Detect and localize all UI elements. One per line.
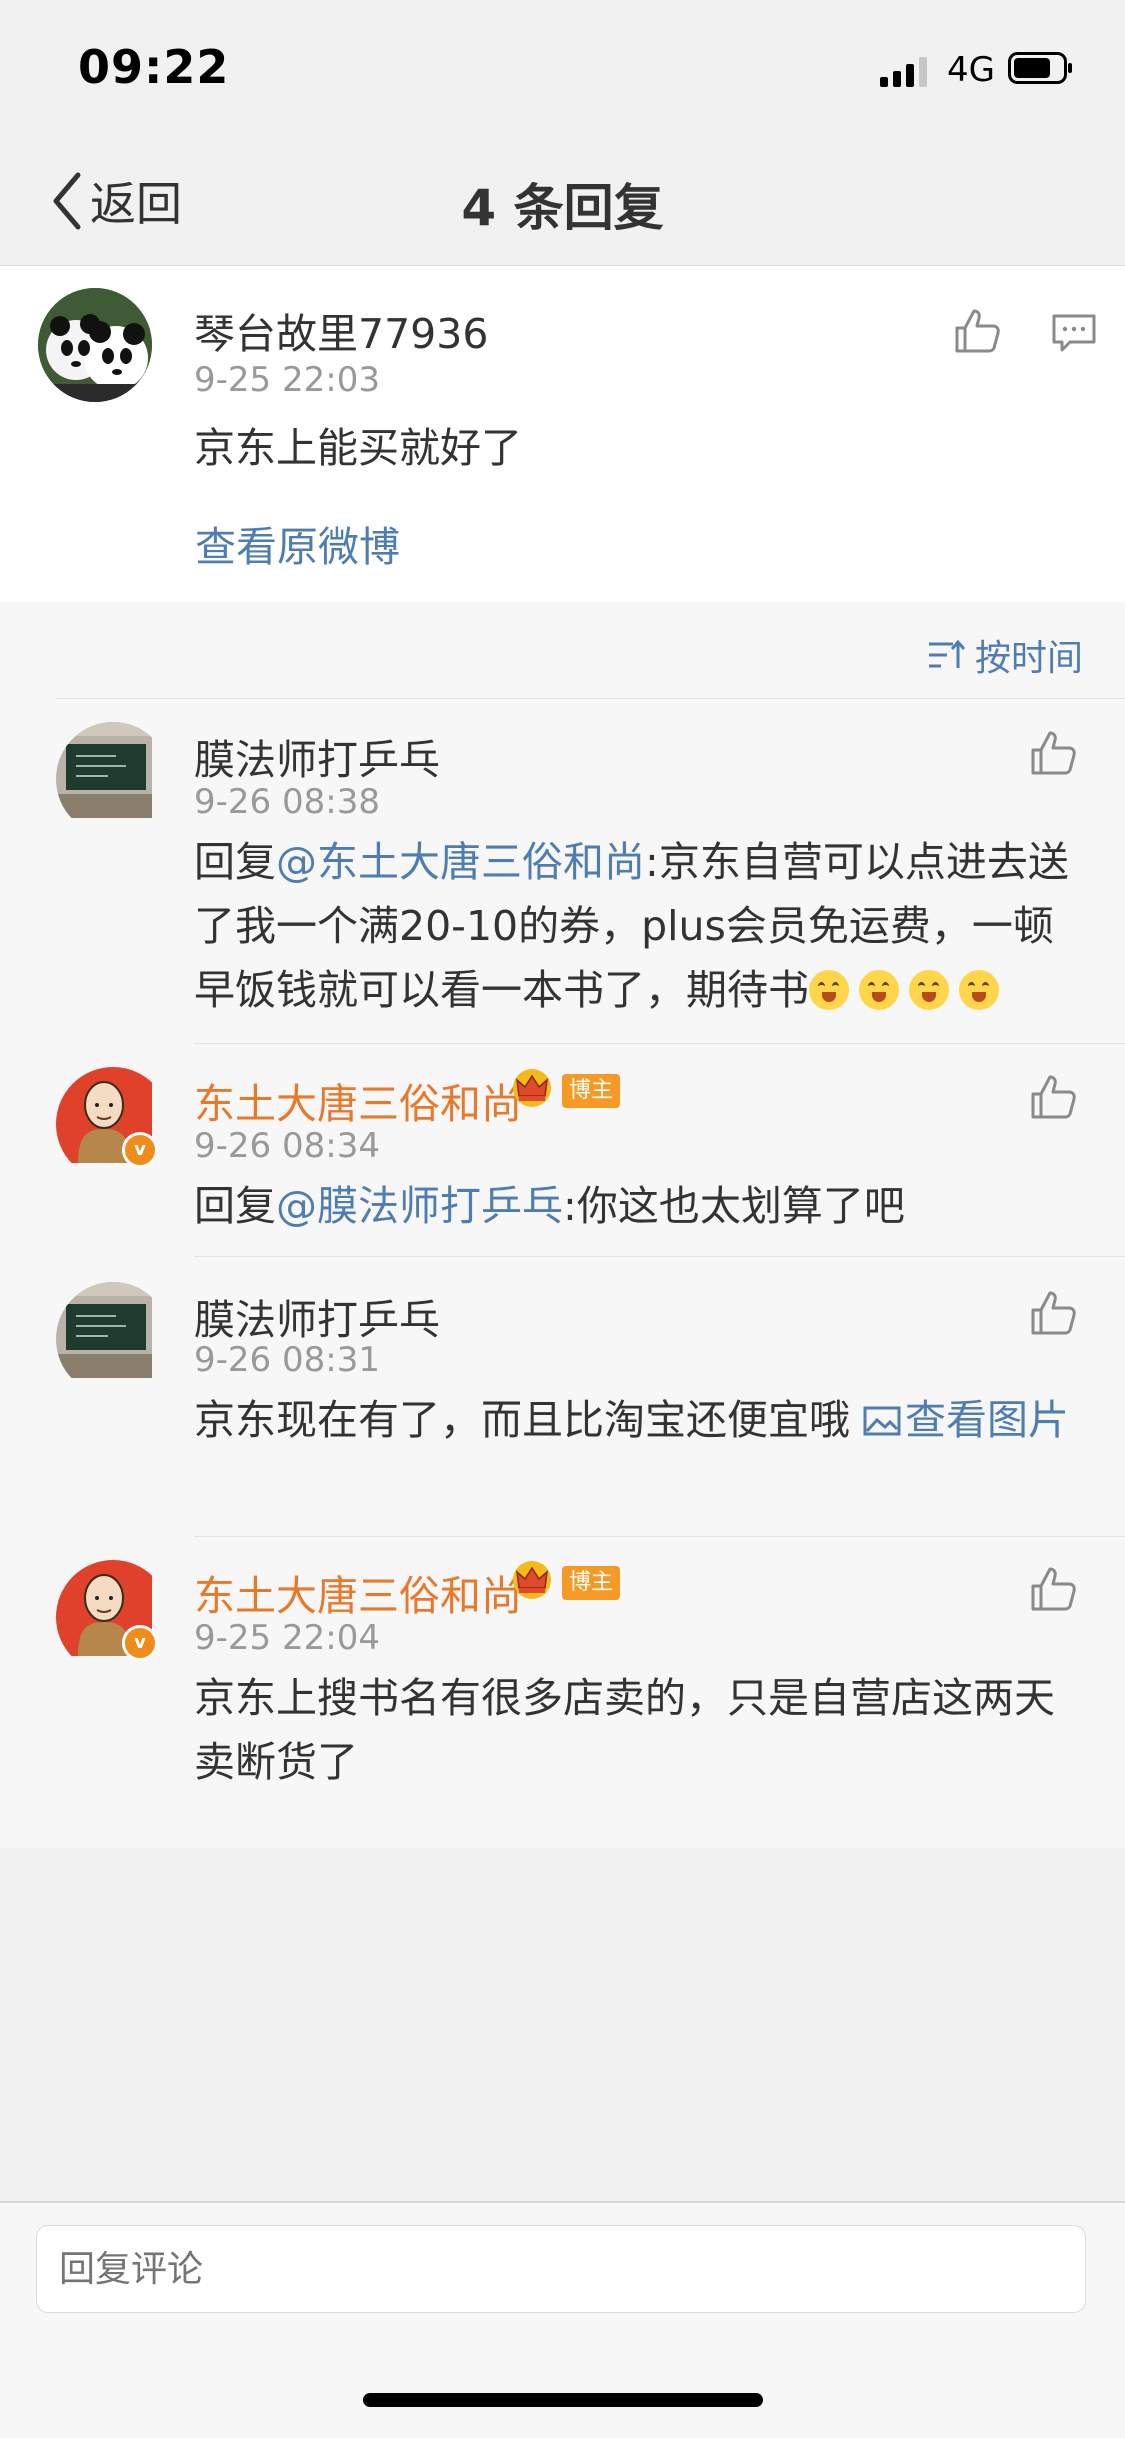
verified-badge: v bbox=[122, 1625, 158, 1661]
status-bar: 09:22 4G bbox=[0, 0, 1125, 135]
sort-button[interactable]: 按时间 bbox=[927, 629, 1083, 681]
signal-icon bbox=[880, 57, 927, 87]
reply-prefix: 回复 bbox=[194, 838, 276, 886]
reply-prefix: 回复 bbox=[194, 1182, 276, 1230]
reply-date: 9-25 22:04 bbox=[194, 1618, 380, 1658]
emoji-icon bbox=[909, 970, 949, 1010]
emoji-icon bbox=[859, 970, 899, 1010]
emoji-icon bbox=[959, 970, 999, 1010]
reply-text: 京东上搜书名有很多店卖的，只是自营店这两天卖断货了 bbox=[194, 1674, 1055, 1786]
replies-list: 按时间 膜法师打乒乓 9-26 08:38 回复@东土大唐三俗和尚:京东自营可以… bbox=[0, 602, 1125, 1848]
crown-icon bbox=[513, 1561, 551, 1599]
emoji-icon bbox=[809, 970, 849, 1010]
image-icon bbox=[863, 1406, 901, 1436]
view-original-link[interactable]: 查看原微博 bbox=[195, 513, 400, 573]
thumbs-up-icon[interactable] bbox=[1028, 728, 1078, 778]
divider bbox=[194, 1256, 1125, 1257]
sort-icon bbox=[928, 639, 965, 668]
comment-author[interactable]: 琴台故里77936 bbox=[194, 300, 488, 360]
reply-author[interactable]: 东土大唐三俗和尚 bbox=[194, 1562, 522, 1622]
avatar[interactable] bbox=[38, 288, 152, 402]
thumbs-up-icon[interactable] bbox=[1028, 1072, 1078, 1122]
verified-badge: v bbox=[122, 1132, 158, 1168]
comment-icon[interactable] bbox=[1050, 308, 1098, 356]
view-image-link[interactable]: 查看图片 bbox=[863, 1396, 1069, 1444]
avatar[interactable] bbox=[56, 1282, 170, 1396]
network-label: 4G bbox=[947, 50, 995, 90]
thumbs-up-icon[interactable] bbox=[1028, 1288, 1078, 1338]
original-comment: 琴台故里77936 9-25 22:03 京东上能买就好了 查看原微博 bbox=[0, 266, 1125, 602]
reply-input[interactable] bbox=[36, 2225, 1086, 2313]
mention-link[interactable]: @膜法师打乒乓 bbox=[276, 1182, 563, 1230]
view-image-label: 查看图片 bbox=[905, 1396, 1070, 1444]
blogger-badge: 博主 bbox=[562, 1074, 620, 1108]
divider bbox=[194, 1043, 1125, 1044]
reply-text: 回复@膜法师打乒乓:你这也太划算了吧 bbox=[194, 1174, 1074, 1238]
reply-body: 京东现在有了，而且比淘宝还便宜哦 bbox=[194, 1396, 864, 1444]
reply-date: 9-26 08:34 bbox=[194, 1126, 380, 1166]
reply-body: :你这也太划算了吧 bbox=[563, 1182, 905, 1230]
status-time: 09:22 bbox=[78, 40, 230, 94]
avatar[interactable] bbox=[56, 1560, 170, 1674]
thumbs-up-icon[interactable] bbox=[1028, 1564, 1078, 1614]
page-title: 4 条回复 bbox=[461, 179, 664, 237]
avatar[interactable] bbox=[56, 722, 170, 836]
comment-text: 京东上能买就好了 bbox=[194, 424, 522, 472]
divider bbox=[56, 698, 1125, 699]
reply-text: 回复@东土大唐三俗和尚:京东自营可以点进去送了我一个满20-10的券，plus会… bbox=[194, 830, 1074, 1022]
nav-bar: 返回 4 条回复 bbox=[0, 135, 1125, 266]
mention-link[interactable]: @东土大唐三俗和尚 bbox=[276, 838, 645, 886]
home-indicator[interactable] bbox=[363, 2393, 763, 2407]
sort-label: 按时间 bbox=[974, 638, 1083, 679]
reply-date: 9-26 08:38 bbox=[194, 782, 380, 822]
reply-author[interactable]: 东土大唐三俗和尚 bbox=[194, 1070, 522, 1130]
reply-text: 京东现在有了，而且比淘宝还便宜哦 查看图片 bbox=[194, 1388, 1074, 1452]
thumbs-up-icon[interactable] bbox=[952, 306, 1002, 356]
reply-author[interactable]: 膜法师打乒乓 bbox=[194, 726, 440, 786]
avatar[interactable] bbox=[56, 1067, 170, 1181]
divider bbox=[194, 1536, 1125, 1537]
reply-date: 9-26 08:31 bbox=[194, 1340, 380, 1380]
comment-date: 9-25 22:03 bbox=[194, 360, 380, 400]
crown-icon bbox=[513, 1069, 551, 1107]
battery-icon bbox=[1008, 52, 1072, 84]
reply-author[interactable]: 膜法师打乒乓 bbox=[194, 1286, 440, 1346]
blogger-badge: 博主 bbox=[562, 1566, 620, 1600]
